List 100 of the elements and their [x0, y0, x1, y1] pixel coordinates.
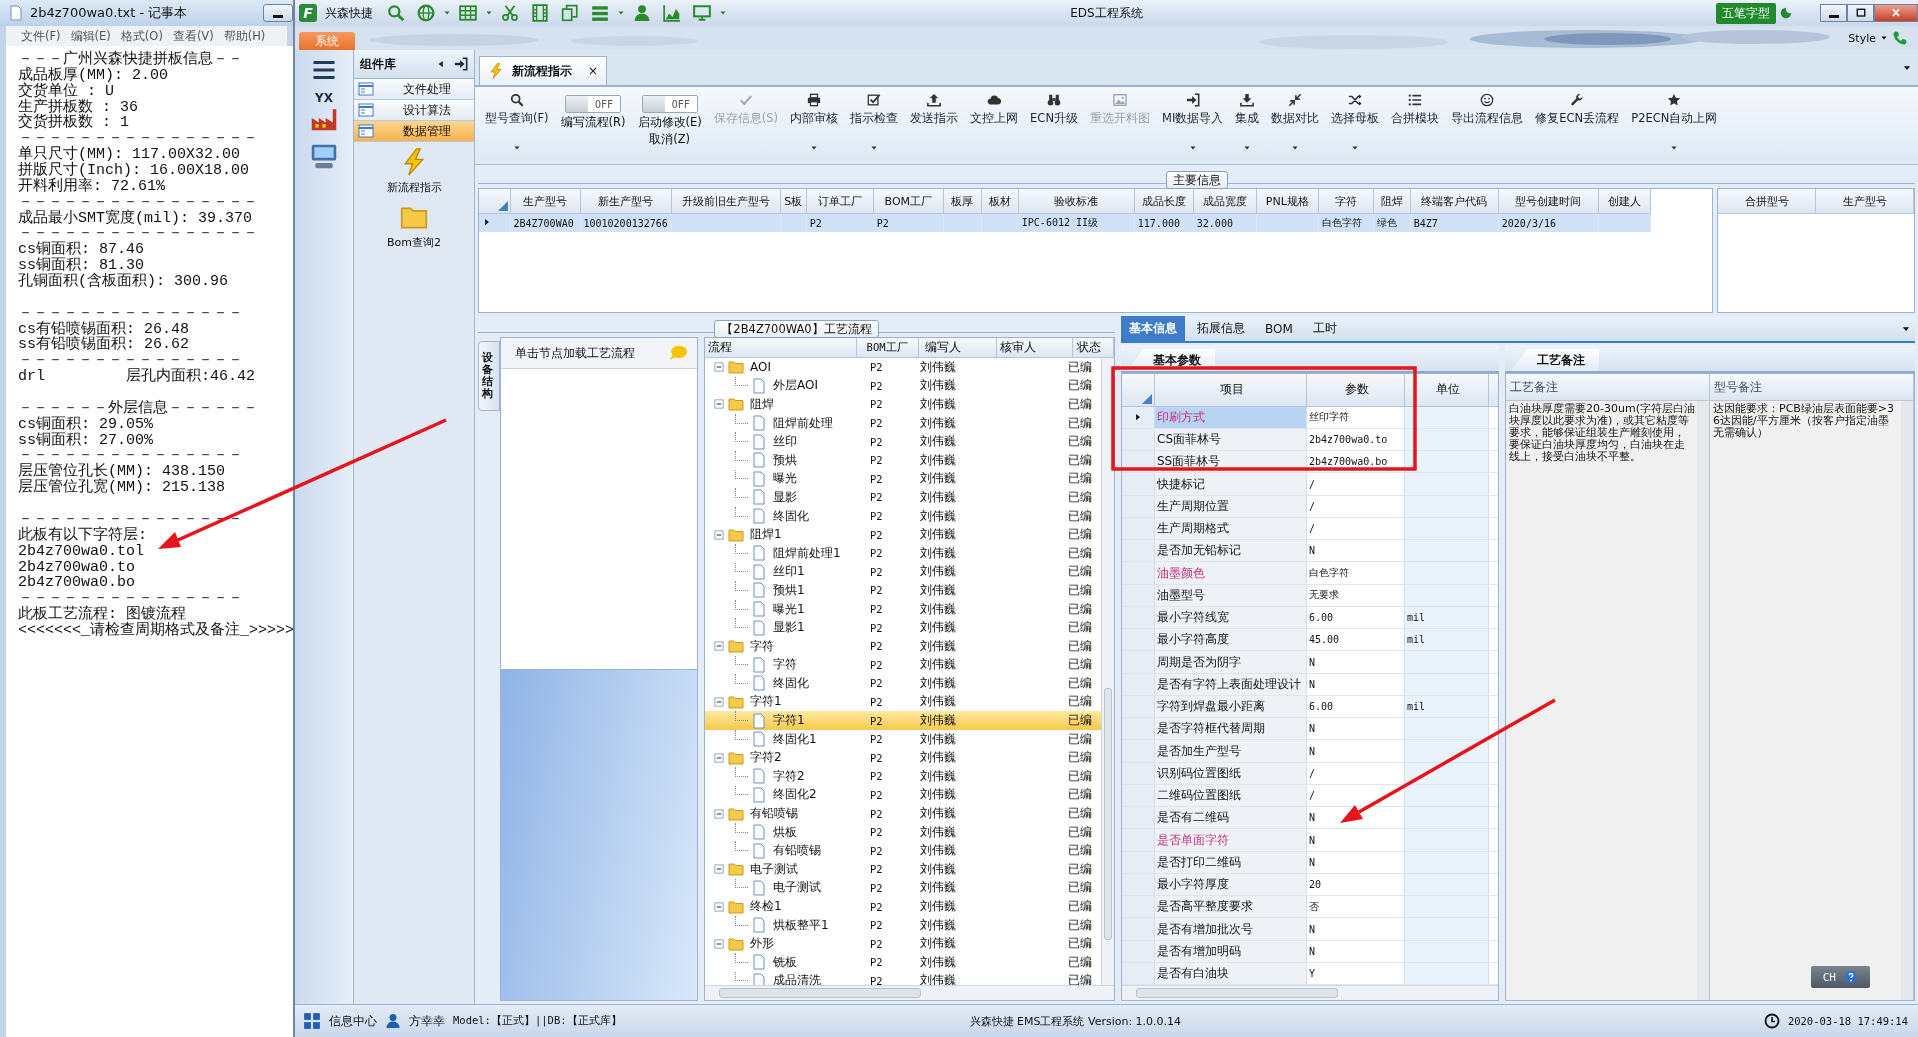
toolbar-button[interactable]: 文控上网 [964, 91, 1025, 128]
tab[interactable]: 拓展信息 [1189, 316, 1253, 341]
toolbar-button[interactable]: 发送指示 [904, 91, 965, 128]
tree-node[interactable]: 阻焊前处理 [770, 414, 836, 432]
column-header[interactable]: S板 [780, 189, 807, 214]
column-header[interactable]: 创建人 [1598, 189, 1651, 214]
component-item[interactable]: 文件处理 [354, 79, 474, 100]
tree-node[interactable]: 曝光1 [770, 600, 808, 618]
tree-node[interactable]: 字符 [770, 656, 800, 674]
tree-node[interactable]: 丝印1 [770, 563, 808, 581]
toggle-switch[interactable]: OFF [641, 95, 698, 113]
document-tab[interactable]: 新流程指示 × [479, 56, 608, 85]
menu-item[interactable]: 编辑(E) [65, 28, 116, 44]
tree-node[interactable]: 曝光 [770, 470, 800, 488]
toolbar-button[interactable]: 数据对比 [1265, 91, 1326, 154]
language-bar[interactable]: CH [1810, 966, 1870, 988]
side-tab[interactable]: 设备结构 [478, 341, 500, 412]
toolbar-button[interactable]: 内部审核 [784, 91, 845, 154]
tree-node[interactable]: 阻焊1 [747, 526, 785, 544]
column-header[interactable]: 工艺备注 [1506, 374, 1710, 400]
toolbar-button[interactable]: 修复ECN丢流程 [1529, 91, 1626, 128]
tool-item[interactable]: Bom查询2 [354, 197, 474, 252]
toolbar-button[interactable]: 选择母板 [1325, 91, 1386, 154]
menu-item[interactable]: 文件(F) [16, 28, 66, 44]
toolbar-button[interactable]: 集成 [1229, 91, 1266, 154]
column-header[interactable]: 单位 [1405, 374, 1489, 406]
pin-button[interactable] [454, 57, 468, 71]
collapse-button[interactable] [436, 59, 446, 69]
column-header[interactable]: 阻焊 [1373, 189, 1411, 214]
column-header[interactable]: 验收标准 [1018, 189, 1135, 214]
selected-row[interactable]: 字符1 P2 刘伟巍 已编 [705, 711, 1101, 730]
menu-item[interactable]: 格式(O) [115, 28, 168, 44]
tree-node[interactable]: 阻焊前处理1 [770, 544, 844, 562]
column-header[interactable]: 升级前旧生产型号 [671, 189, 781, 214]
toolbar-button[interactable]: 型号查询(F) [479, 91, 555, 154]
input-method-indicator[interactable]: 五笔字型 [1716, 2, 1776, 24]
column-header[interactable]: 成品宽度 [1193, 189, 1257, 214]
vertical-scrollbar[interactable] [1101, 358, 1114, 985]
column-header[interactable]: 状态 [1072, 338, 1114, 357]
column-header[interactable]: 字符 [1318, 189, 1374, 214]
column-header[interactable]: 生产型号 [1815, 189, 1914, 214]
column-header[interactable]: 板厚 [943, 189, 982, 214]
column-header[interactable]: 型号备注 [1710, 374, 1914, 400]
toolbar-button[interactable]: P2ECN自动上网 [1625, 91, 1724, 154]
close-button[interactable] [1874, 4, 1918, 22]
tab[interactable]: BOM [1257, 316, 1301, 341]
scroll-thumb[interactable] [1104, 688, 1112, 940]
tree-node[interactable]: 外层AOI [770, 377, 821, 395]
toolbar-button[interactable]: 合拼模块 [1385, 91, 1446, 128]
tree-node[interactable]: 预烘 [770, 451, 800, 469]
toggle-switch[interactable]: OFF [565, 95, 622, 113]
column-header[interactable]: BOM工厂 [873, 189, 944, 214]
column-header[interactable]: 终端客户代码 [1410, 189, 1499, 214]
tree-node[interactable]: 字符1 [747, 693, 785, 711]
vertical-scrollbar[interactable] [1697, 401, 1709, 1000]
scroll-thumb[interactable] [1136, 988, 1338, 999]
minimize-button[interactable] [263, 4, 293, 22]
tool-item[interactable]: 新流程指示 [354, 142, 474, 197]
horizontal-scrollbar[interactable] [1122, 985, 1498, 1001]
tree-node[interactable]: 烘板 [770, 823, 800, 841]
panel-tab[interactable]: 工艺备注 [1511, 349, 1599, 371]
tree-node[interactable]: 字符2 [770, 767, 808, 785]
tree-node[interactable]: 预烘1 [770, 581, 808, 599]
tree-node[interactable]: 有铅喷锡 [770, 842, 824, 860]
tree-node[interactable]: 终固化 [770, 507, 812, 525]
tree-node[interactable]: 电子测试 [770, 879, 824, 897]
tree-node[interactable]: 终检1 [747, 898, 785, 915]
tree-node[interactable]: 字符1 [770, 712, 808, 730]
column-header[interactable]: 生产型号 [510, 189, 580, 214]
tree-node[interactable]: 终固化2 [770, 786, 820, 804]
column-header[interactable]: 成品长度 [1134, 189, 1194, 214]
toolbar-button[interactable]: 导出流程信息 [1445, 91, 1530, 128]
toolbar-button[interactable]: MI数据导入 [1156, 91, 1230, 154]
tree-node[interactable]: 显影 [770, 488, 800, 506]
menu-item[interactable]: 帮助(H) [218, 28, 271, 44]
column-header[interactable]: PNL规格 [1256, 189, 1319, 214]
maximize-button[interactable] [1847, 4, 1874, 22]
vertical-scrollbar[interactable] [1901, 401, 1913, 1000]
tree-node[interactable]: AOI [747, 360, 774, 375]
horizontal-scrollbar[interactable] [705, 985, 1114, 1000]
tab[interactable]: 基本信息 [1121, 316, 1185, 341]
menu-button[interactable] [312, 58, 336, 82]
tree-node[interactable]: 烘板整平1 [770, 916, 832, 934]
component-item[interactable]: 数据管理 [354, 121, 474, 142]
component-item[interactable]: 设计算法 [354, 100, 474, 121]
column-header[interactable]: 板材 [981, 189, 1019, 214]
tree-node[interactable]: 字符 [747, 637, 777, 655]
tab[interactable]: 工时 [1304, 316, 1345, 341]
tree-node[interactable]: 阻焊 [747, 396, 777, 413]
menu-item[interactable]: 查看(V) [167, 28, 219, 44]
tree-node[interactable]: 终固化1 [770, 730, 820, 748]
column-header[interactable]: 核审人 [997, 338, 1073, 357]
tree-node[interactable]: 终固化 [770, 674, 812, 692]
column-header[interactable]: 订单工厂 [806, 189, 874, 214]
tree-node[interactable]: 电子测试 [747, 860, 801, 878]
tree-node[interactable]: 丝印 [770, 433, 800, 451]
tree-node[interactable]: 外形 [747, 935, 777, 953]
column-header[interactable]: 项目 [1155, 374, 1307, 406]
column-header[interactable]: BOM工厂 [856, 338, 919, 357]
toolbar-button[interactable]: ECN升级 [1024, 91, 1084, 128]
